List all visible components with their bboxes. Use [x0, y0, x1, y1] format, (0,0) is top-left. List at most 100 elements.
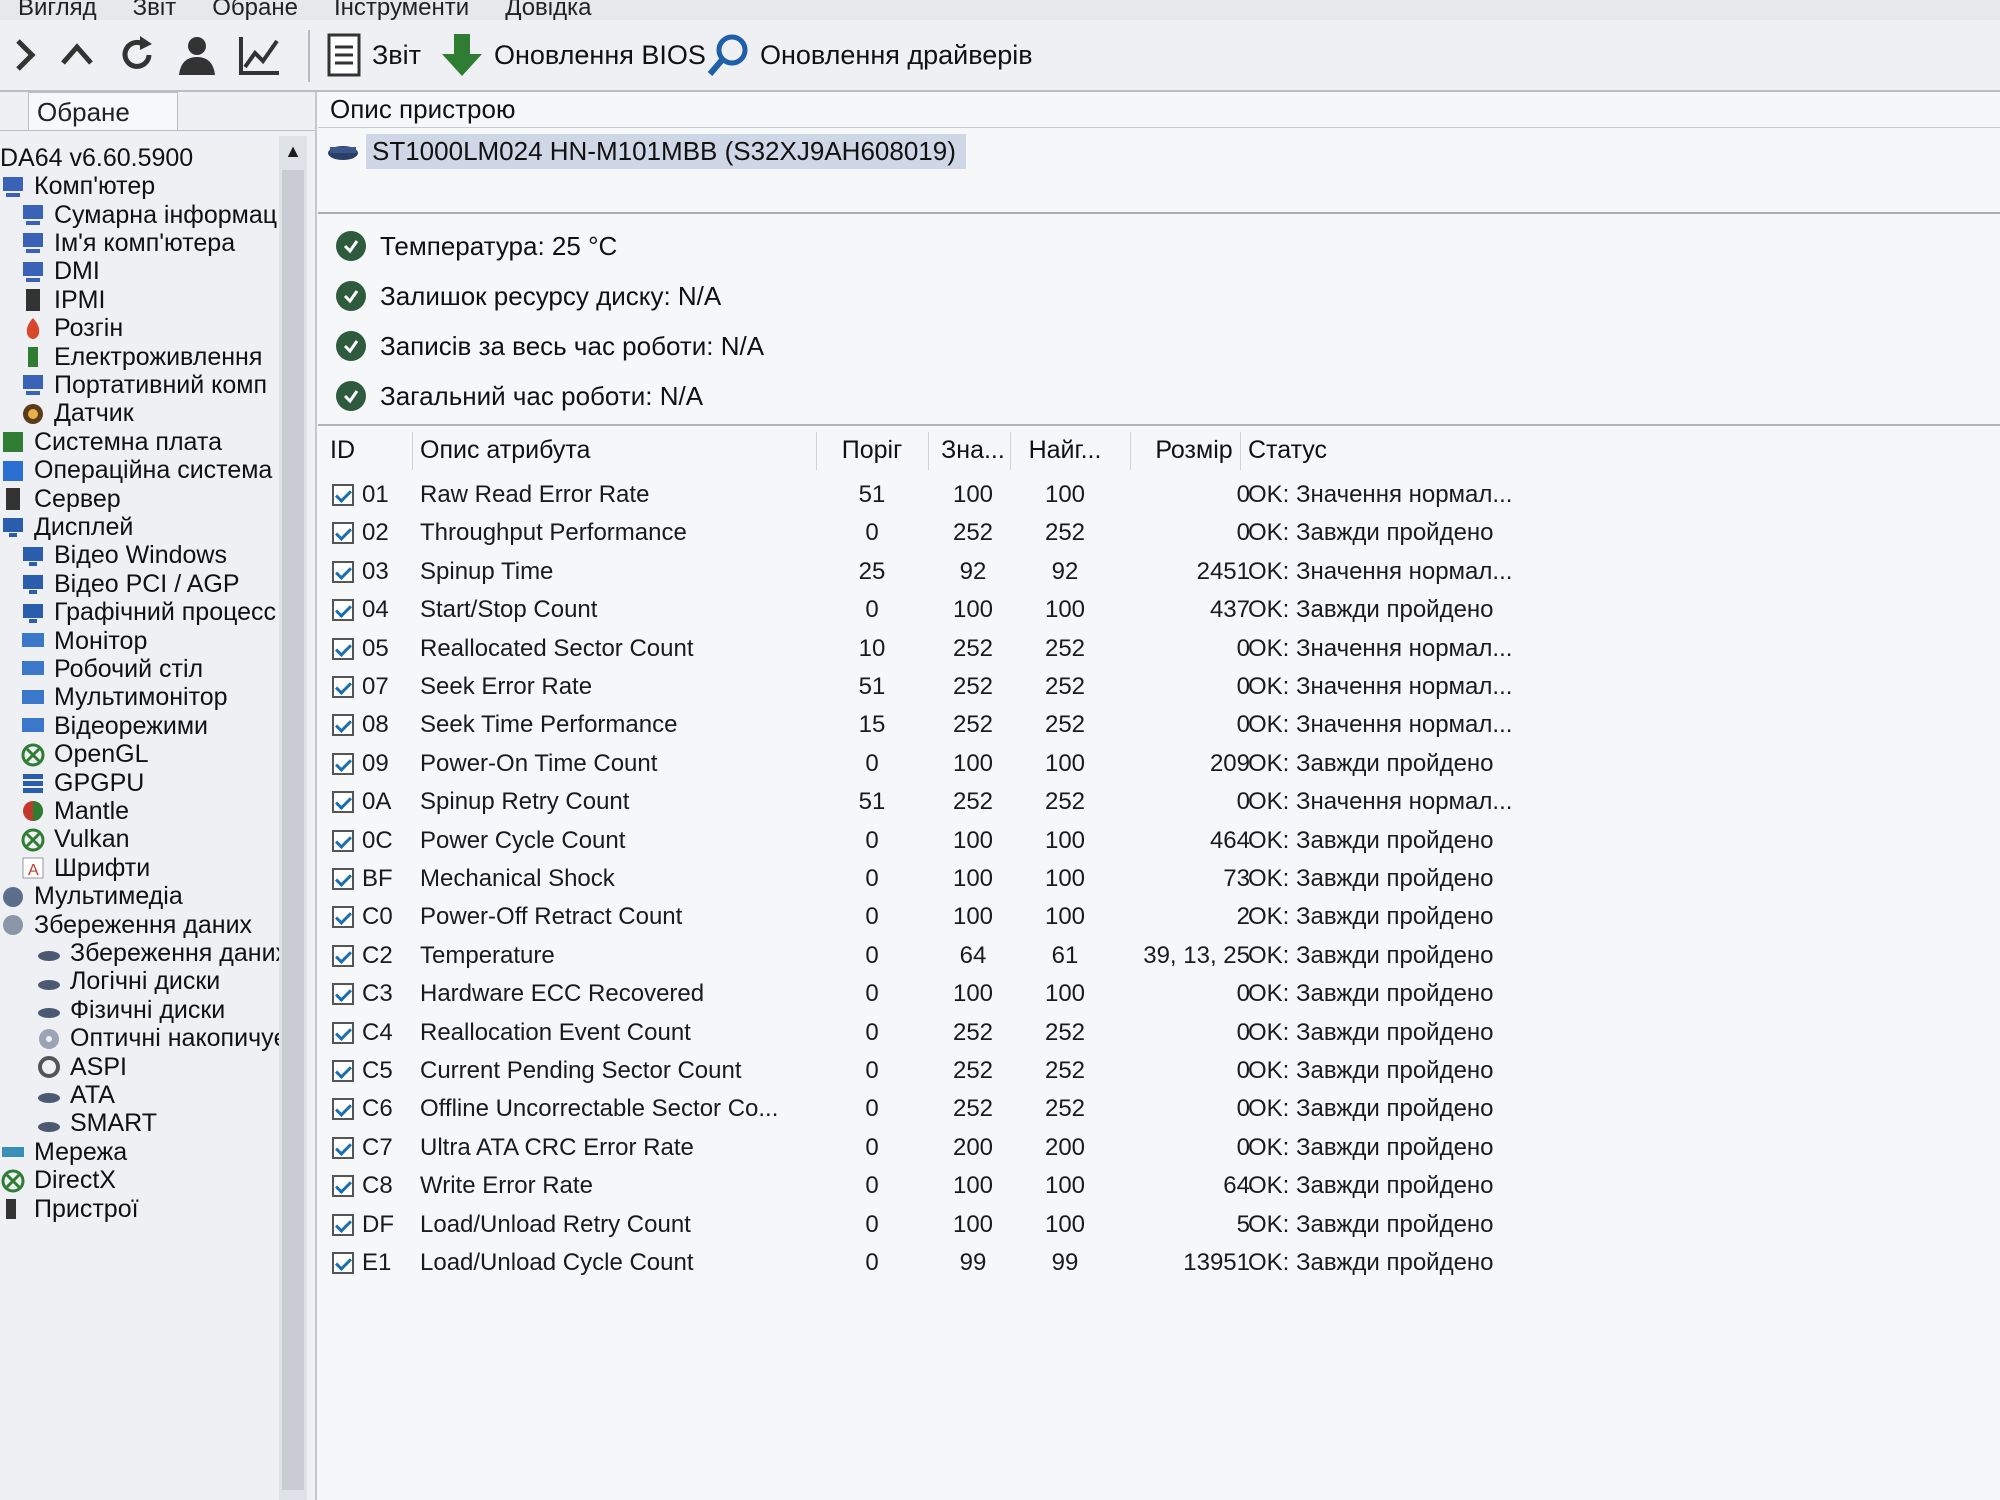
- sidebar-item[interactable]: Електроживлення: [20, 343, 262, 371]
- column-separator[interactable]: [412, 432, 413, 470]
- sidebar-item[interactable]: Сервер: [0, 485, 121, 513]
- row-checkbox[interactable]: [332, 983, 354, 1006]
- sidebar-item[interactable]: Відео Windows: [20, 541, 227, 570]
- column-header[interactable]: Опис атрибута: [420, 436, 800, 465]
- sidebar-item[interactable]: ASPI: [36, 1053, 127, 1081]
- table-row[interactable]: 07 Seek Error Rate 51 252 252 0 OK: Значення н…: [318, 668, 1718, 706]
- row-checkbox[interactable]: [332, 791, 354, 814]
- column-separator[interactable]: [928, 432, 929, 470]
- sidebar-item[interactable]: Монітор: [20, 627, 147, 655]
- sidebar-item[interactable]: DMI: [20, 257, 100, 286]
- sidebar-item[interactable]: Ім'я комп'ютера: [20, 229, 235, 257]
- sidebar-item[interactable]: SMART: [36, 1109, 157, 1138]
- table-row[interactable]: E1 Load/Unload Cycle Count 0 99 99 13951 OK: З…: [318, 1244, 1718, 1282]
- row-checkbox[interactable]: [332, 1098, 354, 1121]
- sidebar-item[interactable]: Збереження даних: [36, 939, 288, 967]
- table-row[interactable]: BF Mechanical Shock 0 100 100 73 OK: Завжди пр…: [318, 860, 1718, 898]
- sidebar-item[interactable]: DA64 v6.60.5900: [0, 144, 193, 172]
- sidebar-item[interactable]: Збереження даних: [0, 911, 252, 939]
- sidebar-item[interactable]: Датчик: [20, 399, 134, 428]
- sidebar-item[interactable]: Операційна система: [0, 456, 272, 484]
- up-icon[interactable]: [54, 32, 100, 78]
- row-checkbox[interactable]: [332, 1213, 354, 1236]
- column-header[interactable]: Розмір: [1138, 436, 1250, 465]
- row-checkbox[interactable]: [332, 676, 354, 698]
- sidebar-item[interactable]: Робочий стіл: [20, 655, 203, 683]
- menu-item[interactable]: Звіт: [133, 0, 177, 20]
- table-row[interactable]: 09 Power-On Time Count 0 100 100 209 OK: Завжд…: [318, 745, 1718, 783]
- sidebar-item[interactable]: Логічні диски: [36, 967, 220, 996]
- sidebar-item[interactable]: OpenGL: [20, 740, 149, 768]
- user-icon[interactable]: [174, 32, 220, 78]
- forward-icon[interactable]: [2, 32, 48, 78]
- sidebar-item[interactable]: ATA: [36, 1081, 115, 1109]
- sidebar-item[interactable]: Фізичні диски: [36, 996, 225, 1024]
- device-name[interactable]: ST1000LM024 HN-M101MBB (S32XJ9AH608019): [366, 133, 966, 169]
- row-checkbox[interactable]: [332, 714, 354, 737]
- table-row[interactable]: C5 Current Pending Sector Count 0 252 252 0 OK…: [318, 1052, 1718, 1090]
- table-row[interactable]: C7 Ultra ATA CRC Error Rate 0 200 200 0 OK: За…: [318, 1129, 1718, 1167]
- sidebar-item[interactable]: Розгін: [20, 314, 123, 342]
- sidebar-item[interactable]: Mantle: [20, 797, 129, 825]
- sidebar-item[interactable]: Мультимедіа: [0, 882, 183, 910]
- table-row[interactable]: C3 Hardware ECC Recovered 0 100 100 0 OK: Завж…: [318, 975, 1718, 1013]
- table-row[interactable]: DF Load/Unload Retry Count 0 100 100 5 OK: Зав…: [318, 1206, 1718, 1244]
- row-checkbox[interactable]: [332, 868, 354, 890]
- sidebar-item[interactable]: DirectX: [0, 1166, 116, 1194]
- row-checkbox[interactable]: [332, 522, 354, 545]
- sidebar-item[interactable]: Портативний комп: [20, 371, 267, 399]
- menu-item[interactable]: Вигляд: [18, 0, 97, 20]
- sidebar-item[interactable]: Оптичні накопичує: [36, 1024, 286, 1052]
- menu-item[interactable]: Довідка: [505, 0, 591, 20]
- bios-update-button[interactable]: Оновлення BIOS: [440, 32, 706, 78]
- table-row[interactable]: 01 Raw Read Error Rate 51 100 100 0 OK: Значен…: [318, 476, 1718, 514]
- sidebar-item[interactable]: Графічний процесс: [20, 598, 276, 626]
- row-checkbox[interactable]: [332, 1021, 354, 1044]
- column-header[interactable]: Найг...: [1018, 436, 1112, 465]
- sidebar-item[interactable]: A Шрифти: [20, 854, 150, 882]
- refresh-icon[interactable]: [114, 32, 160, 78]
- table-row[interactable]: 03 Spinup Time 25 92 92 2451 OK: Значення норм…: [318, 553, 1718, 591]
- sidebar-item[interactable]: Vulkan: [20, 825, 130, 854]
- row-checkbox[interactable]: [332, 1252, 354, 1274]
- tab-favorites[interactable]: Обране: [28, 92, 178, 131]
- row-checkbox[interactable]: [332, 1060, 354, 1082]
- row-checkbox[interactable]: [332, 637, 354, 660]
- table-row[interactable]: 0C Power Cycle Count 0 100 100 464 OK: Завжди …: [318, 822, 1718, 860]
- table-row[interactable]: C8 Write Error Rate 0 100 100 64 OK: Завжди пр…: [318, 1167, 1718, 1205]
- sidebar-item[interactable]: Комп'ютер: [0, 172, 155, 200]
- table-row[interactable]: C4 Reallocation Event Count 0 252 252 0 OK: За…: [318, 1014, 1718, 1052]
- row-checkbox[interactable]: [332, 829, 354, 852]
- scrollbar-thumb[interactable]: [282, 170, 304, 1490]
- menu-item[interactable]: Інструменти: [334, 0, 469, 20]
- sidebar-item[interactable]: GPGPU: [20, 769, 144, 797]
- table-row[interactable]: C6 Offline Uncorrectable Sector Co... 0 252…: [318, 1090, 1718, 1128]
- column-header[interactable]: Статус: [1248, 436, 1588, 465]
- table-row[interactable]: 08 Seek Time Performance 15 252 252 0 OK: Знач…: [318, 706, 1718, 744]
- row-checkbox[interactable]: [332, 944, 354, 967]
- column-header[interactable]: Поріг: [824, 436, 920, 465]
- sidebar-item[interactable]: Мережа: [0, 1138, 127, 1166]
- row-checkbox[interactable]: [332, 560, 354, 583]
- column-header[interactable]: Зна...: [936, 436, 1010, 465]
- column-separator[interactable]: [1010, 432, 1011, 470]
- table-row[interactable]: 04 Start/Stop Count 0 100 100 437 OK: Завжди п…: [318, 591, 1718, 629]
- row-checkbox[interactable]: [332, 906, 354, 929]
- driver-update-button[interactable]: Оновлення драйверів: [706, 32, 1033, 78]
- sidebar-item[interactable]: IPMI: [20, 286, 105, 314]
- sidebar-item[interactable]: Сумарна інформац: [20, 201, 277, 229]
- scroll-up-icon[interactable]: ▲: [279, 136, 307, 166]
- table-row[interactable]: 05 Reallocated Sector Count 10 252 252 0 OK: З…: [318, 630, 1718, 668]
- row-checkbox[interactable]: [332, 752, 354, 775]
- menu-item[interactable]: Обране: [212, 0, 298, 20]
- table-row[interactable]: 02 Throughput Performance 0 252 252 0 OK: Завж…: [318, 514, 1718, 552]
- sidebar-item[interactable]: Системна плата: [0, 428, 222, 456]
- column-separator[interactable]: [1130, 432, 1131, 470]
- column-separator[interactable]: [816, 432, 817, 470]
- chart-icon[interactable]: [236, 32, 282, 78]
- column-header[interactable]: ID: [330, 436, 410, 465]
- sidebar-item[interactable]: Мультимонітор: [20, 683, 228, 712]
- row-checkbox[interactable]: [332, 599, 354, 622]
- device-row[interactable]: ST1000LM024 HN-M101MBB (S32XJ9AH608019): [326, 130, 966, 172]
- row-checkbox[interactable]: [332, 1175, 354, 1198]
